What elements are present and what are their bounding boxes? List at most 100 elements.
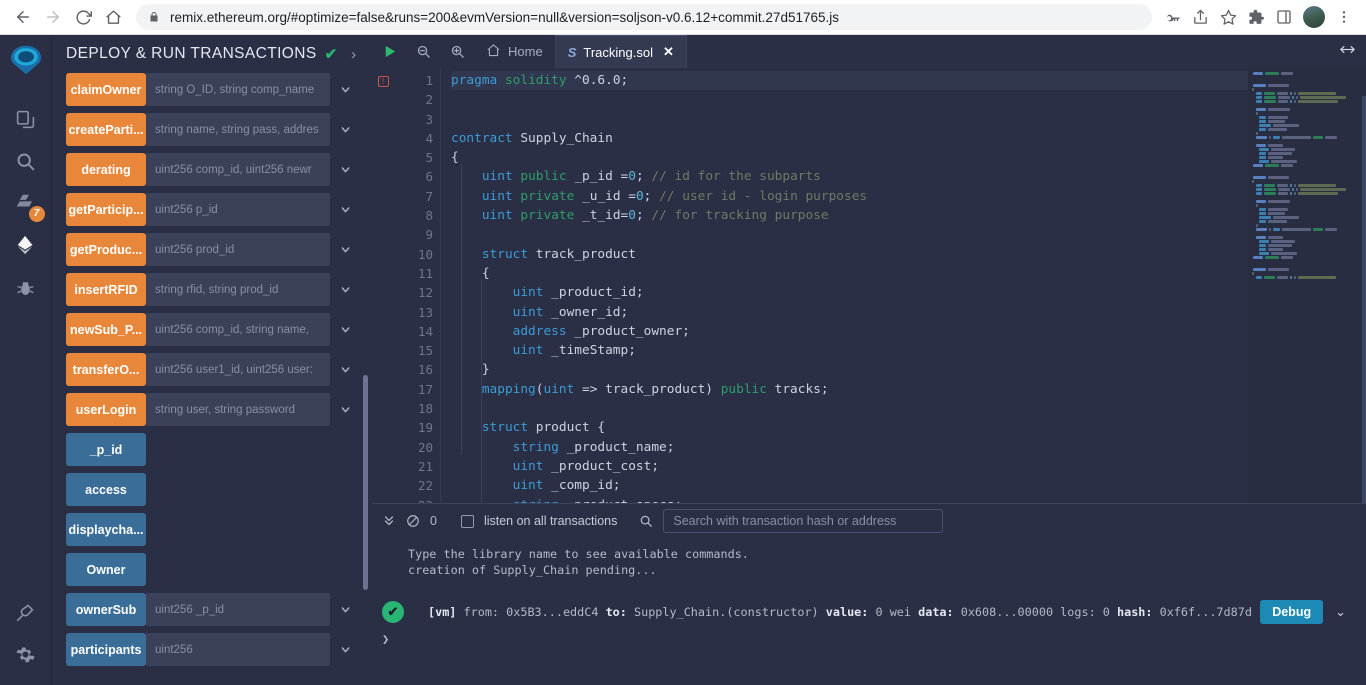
reload-icon[interactable] xyxy=(68,2,98,32)
code-line[interactable]: contract Supply_Chain xyxy=(451,129,1248,148)
sidebar-item-settings[interactable] xyxy=(6,633,46,675)
chevron-down-icon[interactable] xyxy=(334,593,356,626)
zoom-out-icon[interactable] xyxy=(406,35,440,68)
chevron-down-icon[interactable] xyxy=(334,633,356,666)
code-line[interactable]: uint private _u_id =0; // user id - logi… xyxy=(451,187,1248,206)
function-button-insertrfid[interactable]: insertRFID xyxy=(66,273,146,306)
code-line[interactable]: uint _comp_id; xyxy=(451,476,1248,495)
remix-logo[interactable] xyxy=(7,41,45,84)
function-button-userlogin[interactable]: userLogin xyxy=(66,393,146,426)
code-line[interactable]: string _product_name; xyxy=(451,438,1248,457)
home-icon[interactable] xyxy=(98,2,128,32)
code-content[interactable]: pragma solidity ^0.6.0; contract Supply_… xyxy=(440,68,1248,503)
code-line[interactable] xyxy=(451,90,1248,109)
code-line[interactable]: struct track_product xyxy=(451,245,1248,264)
sidebar-item-search[interactable] xyxy=(6,140,46,182)
debug-button[interactable]: Debug xyxy=(1260,600,1324,624)
side-panel-icon[interactable] xyxy=(1270,3,1298,31)
function-params-input[interactable]: uint256 comp_id, uint256 newr xyxy=(146,153,330,186)
code-line[interactable]: { xyxy=(451,148,1248,167)
chevron-down-icon[interactable] xyxy=(334,193,356,226)
terminal-prompt[interactable]: ❯ xyxy=(372,624,1366,646)
function-button-claimowner[interactable]: claimOwner xyxy=(66,73,146,106)
function-button-newsubp[interactable]: newSub_P... xyxy=(66,313,146,346)
minimap-slider[interactable] xyxy=(1362,96,1366,503)
code-line[interactable]: } xyxy=(451,360,1248,379)
address-bar[interactable]: remix.ethereum.org/#optimize=false&runs=… xyxy=(136,4,1152,30)
function-params-input[interactable]: uint256 user1_id, uint256 user: xyxy=(146,353,330,386)
function-params-input[interactable]: string name, string pass, addres xyxy=(146,113,330,146)
function-button-transfero[interactable]: transferO... xyxy=(66,353,146,386)
chevron-down-icon[interactable] xyxy=(334,313,356,346)
code-line[interactable]: struct product { xyxy=(451,418,1248,437)
function-params-input[interactable]: uint256 _p_id xyxy=(146,593,330,626)
function-params-input[interactable]: uint256 p_id xyxy=(146,193,330,226)
code-line[interactable]: { xyxy=(451,264,1248,283)
chevron-down-icon[interactable] xyxy=(334,233,356,266)
chevron-right-icon[interactable]: › xyxy=(351,46,356,63)
transaction-search-input[interactable]: Search with transaction hash or address xyxy=(663,509,944,533)
function-button-derating[interactable]: derating xyxy=(66,153,146,186)
code-line[interactable]: uint _timeStamp; xyxy=(451,341,1248,360)
function-button-access[interactable]: access xyxy=(66,473,146,506)
code-line[interactable]: uint public _p_id =0; // id for the subp… xyxy=(451,167,1248,186)
function-params-input[interactable]: uint256 prod_id xyxy=(146,233,330,266)
horizontal-resize-icon[interactable] xyxy=(1338,43,1357,61)
code-line[interactable]: uint _owner_id; xyxy=(451,303,1248,322)
code-editor[interactable]: ! 1234567891011121314151617181920212223 … xyxy=(372,68,1366,503)
function-params-input[interactable]: string O_ID, string comp_name xyxy=(146,73,330,106)
chevron-down-icon[interactable] xyxy=(334,353,356,386)
puzzle-icon[interactable] xyxy=(1242,3,1270,31)
back-arrow-icon[interactable] xyxy=(8,2,38,32)
function-button-createparti[interactable]: createParti... xyxy=(66,113,146,146)
key-icon[interactable] xyxy=(1158,3,1186,31)
code-line[interactable]: uint _product_cost; xyxy=(451,457,1248,476)
tab-tracking-sol[interactable]: S Tracking.sol ✕ xyxy=(554,35,687,68)
code-line[interactable]: address _product_owner; xyxy=(451,322,1248,341)
editor-minimap[interactable] xyxy=(1248,68,1366,503)
play-icon[interactable] xyxy=(372,35,406,68)
forward-arrow-icon[interactable] xyxy=(38,2,68,32)
listen-all-transactions-checkbox[interactable] xyxy=(460,514,474,528)
code-line[interactable] xyxy=(451,399,1248,418)
function-params-input[interactable]: uint256 comp_id, string name, xyxy=(146,313,330,346)
function-params-input[interactable]: uint256 xyxy=(146,633,330,666)
function-button-participants[interactable]: participants xyxy=(66,633,146,666)
function-button-ownersub[interactable]: ownerSub xyxy=(66,593,146,626)
chevron-down-icon[interactable] xyxy=(334,273,356,306)
code-line[interactable]: uint private _t_id=0; // for tracking pu… xyxy=(451,206,1248,225)
function-button-getparticip[interactable]: getParticip... xyxy=(66,193,146,226)
code-line[interactable] xyxy=(451,110,1248,129)
kebab-menu-icon[interactable] xyxy=(1330,3,1358,31)
function-button-getproduc[interactable]: getProduc... xyxy=(66,233,146,266)
close-icon[interactable]: ✕ xyxy=(663,44,674,60)
chevron-down-icon[interactable]: ⌄ xyxy=(1335,604,1346,620)
function-button-displaycha[interactable]: displaycha... xyxy=(66,513,146,546)
tab-home[interactable]: Home xyxy=(474,35,555,68)
profile-avatar[interactable] xyxy=(1303,6,1325,28)
code-line[interactable]: mapping(uint => track_product) public tr… xyxy=(451,380,1248,399)
chevron-down-icon[interactable] xyxy=(334,73,356,106)
sidebar-item-plugin-manager[interactable] xyxy=(6,591,46,633)
zoom-in-icon[interactable] xyxy=(440,35,474,68)
code-line[interactable]: string _product_specs; xyxy=(451,496,1248,503)
transaction-log-row[interactable]: ✔ [vm] from: 0x5B3...eddC4 to: Supply_Ch… xyxy=(372,600,1366,624)
error-marker-icon[interactable]: ! xyxy=(377,76,389,87)
function-button-pid[interactable]: _p_id xyxy=(66,433,146,466)
star-icon[interactable] xyxy=(1214,3,1242,31)
code-line[interactable]: uint _product_id; xyxy=(451,283,1248,302)
function-params-input[interactable]: string user, string password xyxy=(146,393,330,426)
function-params-input[interactable]: string rfid, string prod_id xyxy=(146,273,330,306)
share-icon[interactable] xyxy=(1186,3,1214,31)
code-line[interactable]: pragma solidity ^0.6.0; xyxy=(451,71,1248,91)
chevron-down-icon[interactable] xyxy=(334,153,356,186)
double-chevron-icon[interactable] xyxy=(382,514,396,528)
sidebar-item-deploy-run[interactable] xyxy=(6,224,46,266)
sidebar-item-debugger[interactable] xyxy=(6,266,46,308)
code-line[interactable] xyxy=(451,225,1248,244)
chevron-down-icon[interactable] xyxy=(334,393,356,426)
chevron-down-icon[interactable] xyxy=(334,113,356,146)
sidebar-item-solidity-compiler[interactable]: 7 xyxy=(6,182,46,224)
ban-clear-icon[interactable] xyxy=(406,514,420,528)
sidebar-item-file-explorers[interactable] xyxy=(6,98,46,140)
